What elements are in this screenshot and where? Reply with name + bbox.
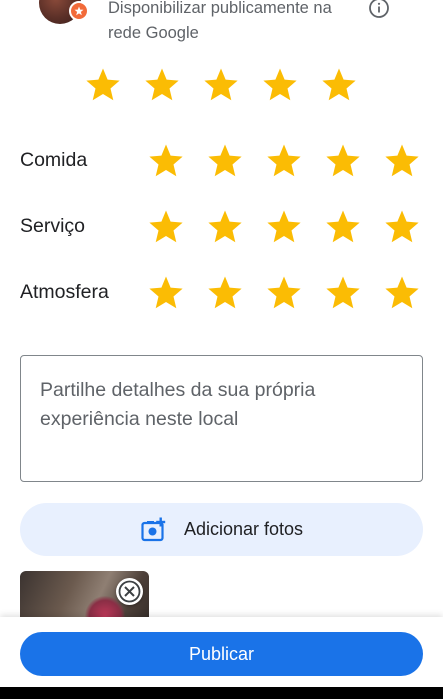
overall-star-1-icon[interactable] <box>84 66 122 104</box>
category-star-3-icon[interactable] <box>265 208 303 246</box>
rating-row-atmosfera: Atmosfera <box>0 270 443 316</box>
overall-star-4-icon[interactable] <box>261 66 299 104</box>
category-star-4-icon[interactable] <box>324 142 362 180</box>
category-star-2-icon[interactable] <box>206 142 244 180</box>
category-star-2-icon[interactable] <box>206 208 244 246</box>
category-star-2-icon[interactable] <box>206 274 244 312</box>
review-textarea[interactable]: Partilhe detalhes da sua própria experiê… <box>20 355 423 482</box>
category-star-5-icon[interactable] <box>383 142 421 180</box>
add-photo-icon <box>141 517 166 541</box>
local-guide-badge-icon <box>69 1 89 21</box>
publish-button[interactable]: Publicar <box>20 632 423 676</box>
overall-star-5-icon[interactable] <box>320 66 358 104</box>
category-star-1-icon[interactable] <box>147 274 185 312</box>
system-navigation-bar <box>0 687 443 699</box>
close-icon[interactable] <box>116 578 143 605</box>
overall-rating-stars <box>0 66 443 106</box>
bottom-action-bar: Publicar <box>0 617 443 687</box>
category-star-5-icon[interactable] <box>383 208 421 246</box>
review-placeholder: Partilhe detalhes da sua própria experiê… <box>40 379 316 430</box>
category-label: Serviço <box>20 215 86 237</box>
rating-row-servico: Serviço <box>0 204 443 250</box>
category-label: Atmosfera <box>20 281 109 303</box>
public-visibility-text: Disponibilizar publicamente na rede Goog… <box>108 0 332 42</box>
add-photos-label: Adicionar fotos <box>183 519 304 539</box>
category-star-4-icon[interactable] <box>324 274 362 312</box>
overall-star-3-icon[interactable] <box>202 66 240 104</box>
add-photos-button[interactable]: Adicionar fotos <box>20 503 423 556</box>
category-star-4-icon[interactable] <box>324 208 362 246</box>
category-star-5-icon[interactable] <box>383 274 421 312</box>
info-icon[interactable] <box>368 0 390 19</box>
category-star-3-icon[interactable] <box>265 142 303 180</box>
rating-row-comida: Comida <box>0 138 443 184</box>
category-star-1-icon[interactable] <box>147 142 185 180</box>
category-label: Comida <box>20 149 88 171</box>
category-star-3-icon[interactable] <box>265 274 303 312</box>
category-star-1-icon[interactable] <box>147 208 185 246</box>
overall-star-2-icon[interactable] <box>143 66 181 104</box>
